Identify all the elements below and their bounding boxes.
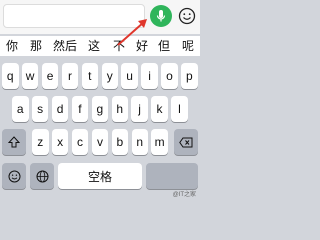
- voice-input-button[interactable]: [150, 5, 172, 27]
- candidate-item[interactable]: 不: [113, 39, 125, 53]
- key-g[interactable]: g: [91, 96, 109, 122]
- key-o[interactable]: o: [161, 63, 178, 89]
- backspace-icon: [179, 137, 193, 147]
- globe-icon: [36, 170, 48, 182]
- key-q[interactable]: q: [2, 63, 19, 89]
- return-key[interactable]: [146, 163, 198, 189]
- candidate-item[interactable]: 好: [136, 39, 148, 53]
- candidate-item[interactable]: 那: [30, 39, 42, 53]
- key-p[interactable]: p: [181, 63, 198, 89]
- emoji-icon: [178, 7, 195, 24]
- key-z[interactable]: z: [32, 129, 49, 155]
- candidate-item[interactable]: 你: [6, 39, 18, 53]
- key-d[interactable]: d: [51, 96, 69, 122]
- emoji-button[interactable]: [177, 6, 196, 25]
- key-m[interactable]: m: [151, 129, 168, 155]
- key-x[interactable]: x: [51, 129, 69, 155]
- key-e[interactable]: e: [41, 63, 59, 89]
- candidate-item[interactable]: 这: [88, 39, 100, 53]
- key-u[interactable]: u: [121, 63, 138, 89]
- candidate-item[interactable]: 呢: [182, 39, 194, 53]
- key-w[interactable]: w: [21, 63, 39, 89]
- key-c[interactable]: c: [71, 129, 89, 155]
- key-b[interactable]: b: [111, 129, 129, 155]
- key-r[interactable]: r: [61, 63, 79, 89]
- key-k[interactable]: k: [151, 96, 168, 122]
- key-j[interactable]: j: [131, 96, 148, 122]
- delete-key[interactable]: [174, 129, 198, 155]
- key-n[interactable]: n: [131, 129, 148, 155]
- key-f[interactable]: f: [71, 96, 89, 122]
- key-v[interactable]: v: [91, 129, 109, 155]
- emoji-key[interactable]: [2, 163, 26, 189]
- key-h[interactable]: h: [111, 96, 128, 122]
- text-input-field[interactable]: [3, 4, 145, 28]
- key-t[interactable]: t: [81, 63, 99, 89]
- input-toolbar: [0, 0, 200, 34]
- microphone-icon: [156, 10, 166, 22]
- key-i[interactable]: i: [141, 63, 158, 89]
- shift-icon: [8, 136, 20, 148]
- key-a[interactable]: a: [12, 96, 29, 122]
- shift-key[interactable]: [2, 129, 26, 155]
- key-s[interactable]: s: [31, 96, 49, 122]
- emoji-key-icon: [8, 170, 20, 182]
- space-key[interactable]: 空格: [58, 163, 142, 189]
- candidate-item[interactable]: 然后: [53, 39, 77, 53]
- candidate-item[interactable]: 但: [158, 39, 170, 53]
- globe-key[interactable]: [30, 163, 54, 189]
- key-y[interactable]: y: [101, 63, 118, 89]
- key-l[interactable]: l: [171, 96, 188, 122]
- watermark: @IT之家: [172, 192, 196, 198]
